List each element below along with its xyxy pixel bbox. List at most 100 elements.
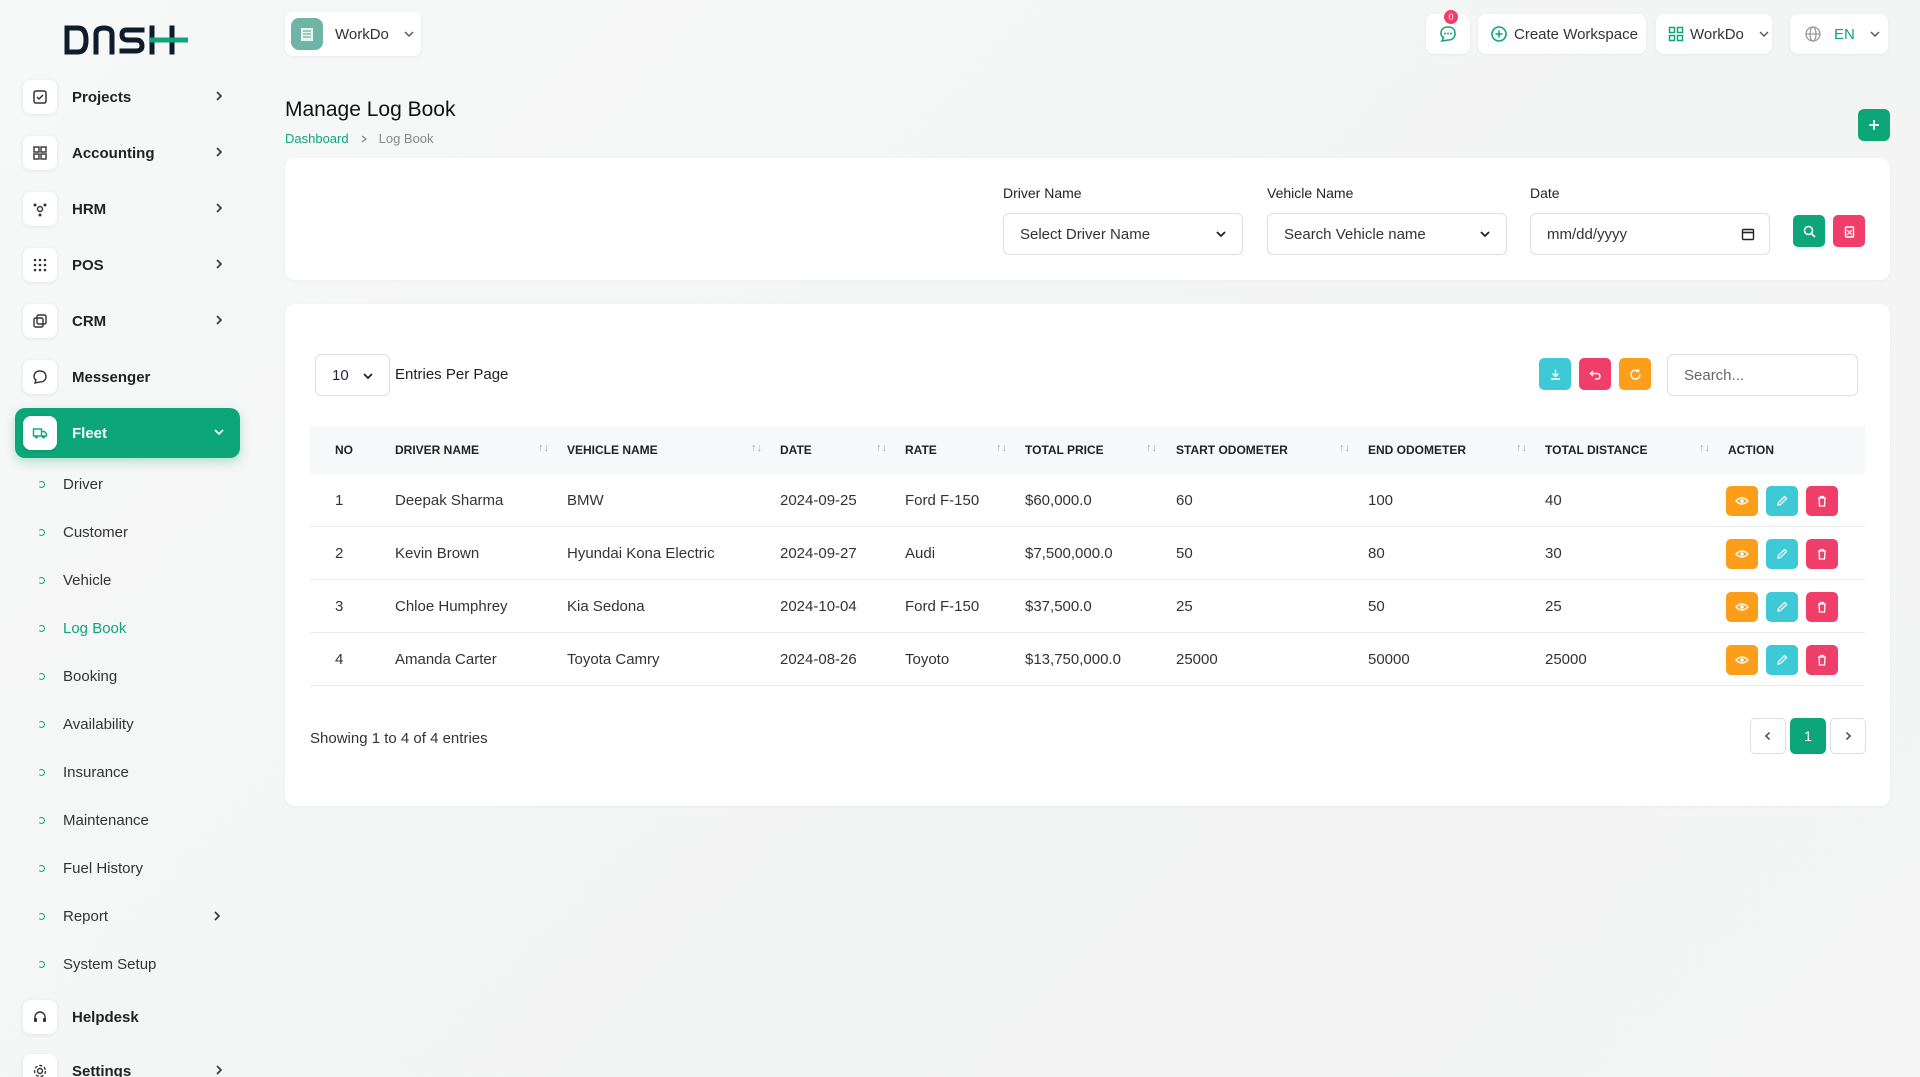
sidebar-sub-system-setup[interactable]: System Setup xyxy=(38,952,156,976)
trash-icon xyxy=(1818,548,1826,560)
refresh-icon xyxy=(1629,368,1641,380)
sidebar-sub-booking[interactable]: Booking xyxy=(38,664,117,688)
col-action: ACTION xyxy=(1728,443,1774,457)
delete-button[interactable] xyxy=(1806,645,1838,675)
bullet-icon xyxy=(38,528,45,536)
sidebar-sub-maintenance[interactable]: Maintenance xyxy=(38,808,149,832)
table-search-input[interactable] xyxy=(1667,354,1858,396)
bullet-icon xyxy=(38,480,45,488)
sidebar-sub-availability[interactable]: Availability xyxy=(38,712,134,736)
view-button[interactable] xyxy=(1726,486,1758,516)
sidebar-sub-driver[interactable]: Driver xyxy=(38,472,103,496)
search-icon xyxy=(1803,225,1816,238)
delete-button[interactable] xyxy=(1806,592,1838,622)
delete-button[interactable] xyxy=(1806,539,1838,569)
cell-end-odometer: 80 xyxy=(1368,545,1385,562)
chevron-down-icon xyxy=(1480,231,1490,238)
view-button[interactable] xyxy=(1726,539,1758,569)
calendar-icon[interactable] xyxy=(1741,227,1755,241)
view-button[interactable] xyxy=(1726,645,1758,675)
sort-icon[interactable]: ↑↓ xyxy=(876,442,887,454)
chevron-down-icon xyxy=(363,373,373,380)
next-page-button[interactable] xyxy=(1830,718,1866,754)
prev-page-button[interactable] xyxy=(1750,718,1786,754)
page-button-1[interactable]: 1 xyxy=(1790,718,1826,754)
undo-icon xyxy=(1589,370,1601,380)
view-button[interactable] xyxy=(1726,592,1758,622)
table-row: 3 Chloe Humphrey Kia Sedona 2024-10-04 F… xyxy=(310,580,1865,633)
apply-filter-button[interactable] xyxy=(1793,215,1825,247)
bullet-icon xyxy=(38,960,45,968)
reset-filter-button[interactable] xyxy=(1833,215,1865,247)
sidebar-item-fleet[interactable]: Fleet xyxy=(15,408,240,458)
date-input[interactable]: mm/dd/yyyy xyxy=(1530,213,1770,255)
chevron-right-icon xyxy=(216,91,223,101)
sidebar-sub-customer[interactable]: Customer xyxy=(38,520,128,544)
sidebar-item-label: Messenger xyxy=(72,368,151,386)
undo-button[interactable] xyxy=(1579,358,1611,390)
driver-select[interactable]: Select Driver Name xyxy=(1003,213,1243,255)
cell-start-odometer: 50 xyxy=(1176,545,1193,562)
col-total-price[interactable]: TOTAL PRICE xyxy=(1025,443,1104,457)
add-log-button[interactable] xyxy=(1858,109,1890,141)
sort-icon[interactable]: ↑↓ xyxy=(1339,442,1350,454)
cell-total-distance: 40 xyxy=(1545,492,1562,509)
notification-badge: 0 xyxy=(1444,10,1458,24)
language-selector[interactable]: EN xyxy=(1790,14,1888,54)
sort-icon[interactable]: ↑↓ xyxy=(1699,442,1710,454)
sidebar-item-projects[interactable]: Projects xyxy=(15,72,240,122)
sidebar-sub-log-book[interactable]: Log Book xyxy=(38,616,126,640)
cell-no: 1 xyxy=(335,492,344,509)
dash-logo[interactable] xyxy=(64,24,190,56)
col-total-distance[interactable]: TOTAL DISTANCE xyxy=(1545,443,1647,457)
sidebar-item-hrm[interactable]: HRM xyxy=(15,184,240,234)
sort-icon[interactable]: ↑↓ xyxy=(1516,442,1527,454)
col-vehicle-name[interactable]: VEHICLE NAME xyxy=(567,443,658,457)
cell-driver: Kevin Brown xyxy=(395,545,480,562)
bullet-icon xyxy=(38,912,45,920)
delete-button[interactable] xyxy=(1806,486,1838,516)
sort-icon[interactable]: ↑↓ xyxy=(538,442,549,454)
cell-total-distance: 30 xyxy=(1545,545,1562,562)
chevron-left-icon xyxy=(1764,731,1771,741)
edit-button[interactable] xyxy=(1766,645,1798,675)
edit-button[interactable] xyxy=(1766,592,1798,622)
cell-rate: Toyoto xyxy=(905,651,950,668)
sidebar-item-helpdesk[interactable]: Helpdesk xyxy=(15,992,240,1042)
col-start-odometer[interactable]: START ODOMETER xyxy=(1176,443,1288,457)
export-button[interactable] xyxy=(1539,358,1571,390)
workspace-switcher[interactable]: WorkDo xyxy=(285,12,421,56)
table-row: 4 Amanda Carter Toyota Camry 2024-08-26 … xyxy=(310,633,1865,686)
edit-button[interactable] xyxy=(1766,539,1798,569)
gear-icon xyxy=(23,1054,57,1077)
sidebar-sub-vehicle[interactable]: Vehicle xyxy=(38,568,111,592)
table-header: NO DRIVER NAME ↑↓ VEHICLE NAME ↑↓ DATE ↑… xyxy=(310,426,1865,474)
vehicle-select[interactable]: Search Vehicle name xyxy=(1267,213,1507,255)
col-rate[interactable]: RATE xyxy=(905,443,937,457)
sort-icon[interactable]: ↑↓ xyxy=(1146,442,1157,454)
col-end-odometer[interactable]: END ODOMETER xyxy=(1368,443,1466,457)
sidebar-sub-fuel-history[interactable]: Fuel History xyxy=(38,856,143,880)
sidebar-item-crm[interactable]: CRM xyxy=(15,296,240,346)
edit-button[interactable] xyxy=(1766,486,1798,516)
sidebar-item-messenger[interactable]: Messenger xyxy=(15,352,240,402)
col-driver-name[interactable]: DRIVER NAME xyxy=(395,443,479,457)
cell-end-odometer: 50000 xyxy=(1368,651,1410,668)
sidebar-item-pos[interactable]: POS xyxy=(15,240,240,290)
layers-icon xyxy=(23,304,57,338)
create-workspace-button[interactable]: Create Workspace xyxy=(1478,14,1646,54)
workspace-menu-button[interactable]: WorkDo xyxy=(1656,14,1772,54)
sort-icon[interactable]: ↑↓ xyxy=(751,442,762,454)
breadcrumb-home[interactable]: Dashboard xyxy=(285,131,349,146)
sidebar-sub-report[interactable]: Report xyxy=(38,904,228,928)
chevron-right-icon xyxy=(216,203,223,213)
sidebar-sub-insurance[interactable]: Insurance xyxy=(38,760,129,784)
messages-button[interactable]: 0 xyxy=(1426,10,1470,54)
cell-date: 2024-09-27 xyxy=(780,545,857,562)
sidebar-item-settings[interactable]: Settings xyxy=(15,1046,240,1077)
refresh-button[interactable] xyxy=(1619,358,1651,390)
col-date[interactable]: DATE xyxy=(780,443,812,457)
sort-icon[interactable]: ↑↓ xyxy=(996,442,1007,454)
entries-per-page-select[interactable]: 10 xyxy=(315,354,390,396)
sidebar-item-accounting[interactable]: Accounting xyxy=(15,128,240,178)
